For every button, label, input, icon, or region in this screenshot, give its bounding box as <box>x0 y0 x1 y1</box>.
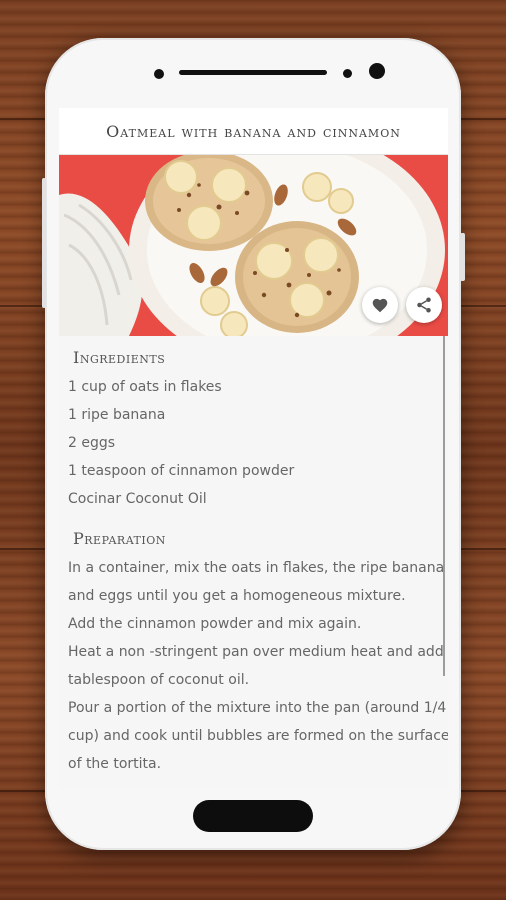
recipe-content: Ingredients 1 cup of oats in flakes 1 ri… <box>59 336 448 778</box>
speaker-grille <box>179 70 327 75</box>
preparation-line: cup) and cook until bubbles are formed o… <box>68 728 448 744</box>
preparation-line: Add the cinnamon powder and mix again. <box>68 616 362 632</box>
heart-icon <box>372 298 388 313</box>
share-icon <box>417 297 431 313</box>
ingredients-list: 1 cup of oats in flakes 1 ripe banana 2 … <box>68 373 439 513</box>
title-bar: Oatmeal with banana and cinnamon <box>59 108 448 155</box>
front-sensor <box>154 69 164 79</box>
ingredient-item: Cocinar Coconut Oil <box>68 491 207 507</box>
preparation-text: In a container, mix the oats in flakes, … <box>68 554 448 778</box>
home-button[interactable] <box>193 800 313 832</box>
preparation-line: tablespoon of coconut oil. <box>68 672 250 688</box>
volume-button <box>42 178 46 308</box>
ingredient-item: 2 eggs <box>68 435 116 451</box>
front-camera <box>369 63 385 79</box>
preparation-line: of the tortita. <box>68 756 162 772</box>
app-screen: Oatmeal with banana and cinnamon Ingredi… <box>59 108 448 789</box>
recipe-image <box>59 155 448 336</box>
ingredient-item: 1 cup of oats in flakes <box>68 379 222 395</box>
ingredients-heading: Ingredients <box>73 348 166 367</box>
proximity-sensor <box>343 69 352 78</box>
page-title: Oatmeal with banana and cinnamon <box>106 121 401 141</box>
preparation-line: Pour a portion of the mixture into the p… <box>68 700 447 716</box>
preparation-line: Heat a non -stringent pan over medium he… <box>68 644 448 660</box>
scrollbar[interactable] <box>443 336 445 676</box>
ingredient-item: 1 ripe banana <box>68 407 166 423</box>
preparation-line: In a container, mix the oats in flakes, … <box>68 560 445 576</box>
ingredient-item: 1 teaspoon of cinnamon powder <box>68 463 295 479</box>
power-button <box>460 233 465 281</box>
preparation-heading: Preparation <box>73 529 166 548</box>
preparation-line: and eggs until you get a homogeneous mix… <box>68 588 406 604</box>
favorite-button[interactable] <box>362 287 398 323</box>
share-button[interactable] <box>406 287 442 323</box>
